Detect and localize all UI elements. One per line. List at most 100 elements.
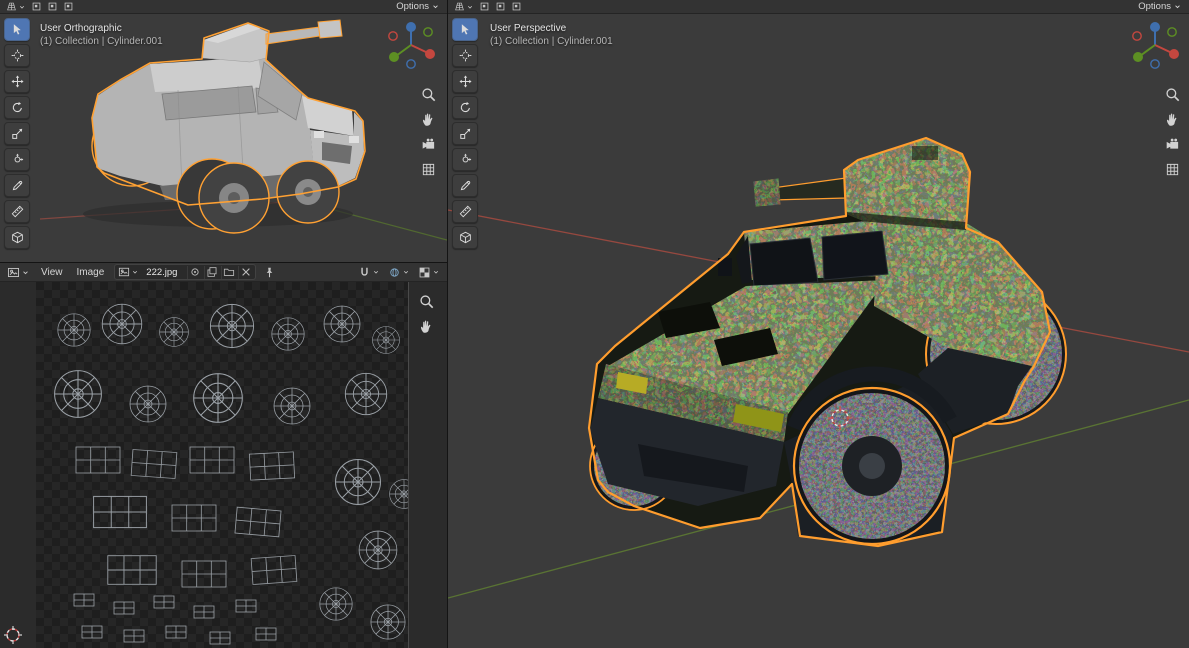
chevron-down-icon bbox=[372, 268, 380, 276]
display-channels-icon bbox=[418, 266, 431, 279]
editor-type-button[interactable] bbox=[5, 1, 27, 12]
options-label: Options bbox=[1138, 1, 1171, 12]
overlay-toggle-button[interactable] bbox=[494, 1, 507, 12]
cursor-tool[interactable] bbox=[452, 44, 478, 67]
pan-button[interactable] bbox=[420, 111, 437, 128]
pin-button[interactable] bbox=[262, 266, 277, 279]
snap-dropdown[interactable] bbox=[357, 266, 381, 279]
viewport-nav-controls bbox=[1164, 86, 1181, 178]
open-image-button[interactable] bbox=[221, 266, 236, 279]
options-dropdown[interactable]: Options bbox=[1138, 1, 1184, 12]
measure-tool-icon bbox=[11, 205, 24, 218]
cursor-tool-icon bbox=[11, 49, 24, 62]
fake-user-button[interactable] bbox=[187, 266, 202, 279]
blender-window: Options User Orthographic (1) Collection… bbox=[0, 0, 1189, 648]
select-box-tool-icon bbox=[459, 23, 472, 36]
camera-view-icon bbox=[421, 137, 436, 152]
cursor-tool[interactable] bbox=[4, 44, 30, 67]
add-cube-tool-icon bbox=[459, 231, 472, 244]
measure-tool[interactable] bbox=[452, 200, 478, 223]
ortho-toggle-button[interactable] bbox=[1164, 161, 1181, 178]
annotate-tool-icon bbox=[459, 179, 472, 192]
camera-view-button[interactable] bbox=[1164, 136, 1181, 153]
new-image-icon bbox=[206, 266, 218, 278]
navigation-gizmo[interactable] bbox=[383, 17, 439, 73]
browse-image-button[interactable] bbox=[117, 266, 140, 278]
pan-hand-icon bbox=[421, 112, 436, 127]
vehicle-model-textured[interactable] bbox=[589, 138, 1066, 546]
editor-type-button[interactable] bbox=[6, 266, 31, 279]
pan-button[interactable] bbox=[1164, 111, 1181, 128]
viewport-header: Options bbox=[0, 0, 447, 14]
menu-image[interactable]: Image bbox=[73, 267, 109, 278]
pan-button[interactable] bbox=[418, 318, 435, 335]
rotate-tool-icon bbox=[11, 101, 24, 114]
shading-toggle-button[interactable] bbox=[30, 1, 43, 12]
shading-toggle-button[interactable] bbox=[478, 1, 491, 12]
scale-tool-icon bbox=[459, 127, 472, 140]
options-dropdown[interactable]: Options bbox=[396, 1, 442, 12]
gizmo-toggle-icon bbox=[511, 1, 522, 12]
scale-tool[interactable] bbox=[4, 122, 30, 145]
annotate-tool[interactable] bbox=[452, 174, 478, 197]
browse-image-icon bbox=[118, 266, 130, 278]
zoom-icon bbox=[1165, 87, 1180, 102]
menu-view[interactable]: View bbox=[37, 267, 67, 278]
add-cube-tool[interactable] bbox=[4, 226, 30, 249]
fake-user-icon bbox=[189, 266, 201, 278]
move-tool[interactable] bbox=[452, 70, 478, 93]
measure-tool[interactable] bbox=[4, 200, 30, 223]
zoom-button[interactable] bbox=[418, 293, 435, 310]
display-shading-dropdown[interactable] bbox=[387, 266, 411, 279]
transform-tool[interactable] bbox=[4, 148, 30, 171]
image-editor-icon bbox=[7, 266, 20, 279]
uv-wireframe bbox=[36, 282, 408, 648]
chevron-down-icon bbox=[431, 2, 440, 11]
add-cube-tool[interactable] bbox=[452, 226, 478, 249]
transform-tool[interactable] bbox=[452, 148, 478, 171]
select-box-tool[interactable] bbox=[4, 18, 30, 41]
viewport-nav-controls bbox=[420, 86, 437, 178]
image-datablock-widget: 222.jpg bbox=[114, 264, 256, 280]
chevron-down-icon bbox=[466, 3, 474, 11]
gizmo-toggle-icon bbox=[63, 1, 74, 12]
viewport-header: Options bbox=[448, 0, 1189, 14]
shading-toggle-icon bbox=[479, 1, 490, 12]
pan-hand-icon bbox=[1165, 112, 1180, 127]
uv-nav-controls bbox=[418, 293, 435, 335]
zoom-button[interactable] bbox=[420, 86, 437, 103]
editor-type-button[interactable] bbox=[453, 1, 475, 12]
zoom-button[interactable] bbox=[1164, 86, 1181, 103]
image-name-field[interactable]: 222.jpg bbox=[142, 267, 185, 278]
display-channels-dropdown[interactable] bbox=[417, 266, 441, 279]
overlay-toggle-button[interactable] bbox=[46, 1, 59, 12]
annotate-tool[interactable] bbox=[4, 174, 30, 197]
rotate-tool[interactable] bbox=[4, 96, 30, 119]
overlay-toggle-icon bbox=[495, 1, 506, 12]
select-box-tool[interactable] bbox=[452, 18, 478, 41]
3d-viewport-canvas-left[interactable] bbox=[0, 0, 447, 262]
new-image-button[interactable] bbox=[204, 266, 219, 279]
toolbar bbox=[4, 18, 30, 249]
ortho-toggle-button[interactable] bbox=[420, 161, 437, 178]
gizmo-toggle-button[interactable] bbox=[510, 1, 523, 12]
scale-tool[interactable] bbox=[452, 122, 478, 145]
unlink-image-button[interactable] bbox=[238, 266, 253, 279]
3d-viewport-canvas-right[interactable] bbox=[448, 14, 1189, 648]
chevron-down-icon bbox=[21, 268, 30, 277]
uv-image-editor: View Image 222.jpg bbox=[0, 263, 447, 648]
zoom-icon bbox=[421, 87, 436, 102]
select-box-tool-icon bbox=[11, 23, 24, 36]
gizmo-toggle-button[interactable] bbox=[62, 1, 75, 12]
move-tool[interactable] bbox=[4, 70, 30, 93]
cursor-tool-icon bbox=[459, 49, 472, 62]
scale-tool-icon bbox=[11, 127, 24, 140]
vehicle-model-untextured[interactable] bbox=[83, 20, 365, 233]
navigation-gizmo[interactable] bbox=[1127, 17, 1183, 73]
camera-view-icon bbox=[1165, 137, 1180, 152]
toolbar bbox=[452, 18, 478, 249]
rotate-tool[interactable] bbox=[452, 96, 478, 119]
camera-view-button[interactable] bbox=[420, 136, 437, 153]
uv-canvas[interactable] bbox=[36, 281, 409, 648]
annotate-tool-icon bbox=[11, 179, 24, 192]
